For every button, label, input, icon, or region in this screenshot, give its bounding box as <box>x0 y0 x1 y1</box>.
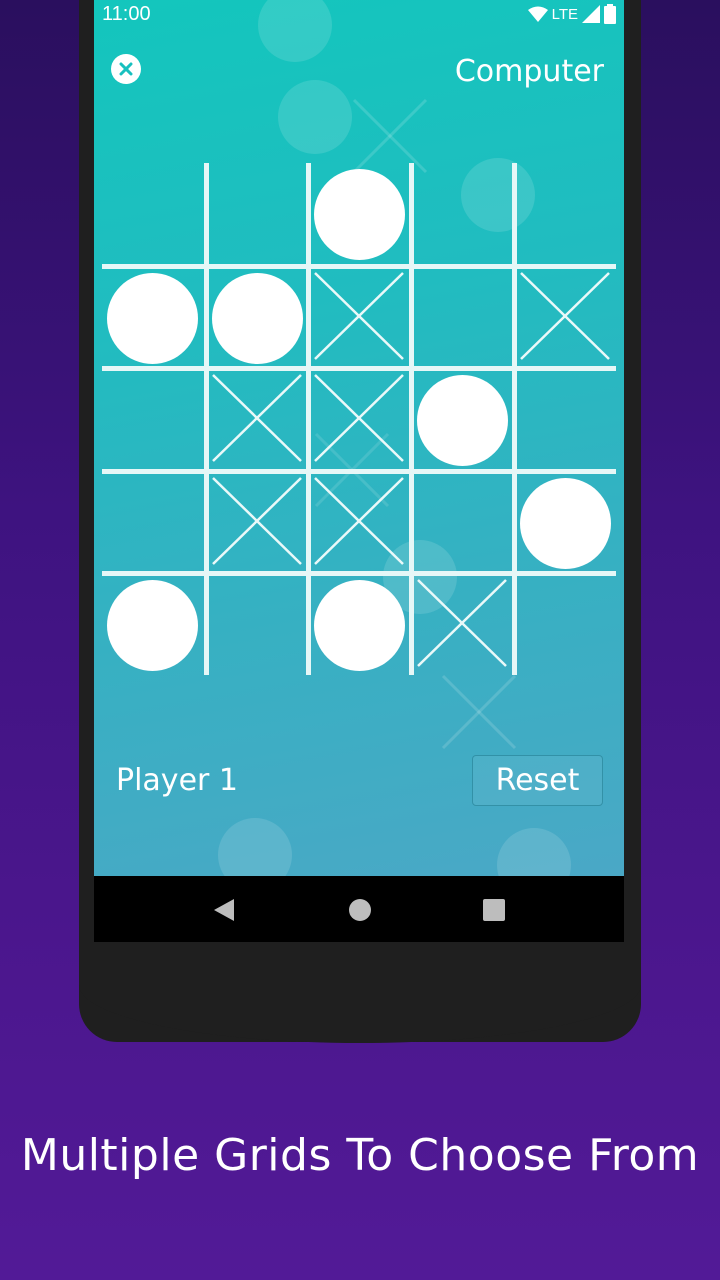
opponent-label: Computer <box>454 54 604 89</box>
board-cell[interactable] <box>102 472 204 574</box>
game-board <box>102 163 616 675</box>
o-mark-icon <box>107 580 198 671</box>
o-mark-icon <box>314 580 405 671</box>
board-cell[interactable] <box>412 163 514 265</box>
o-mark-icon <box>212 273 303 364</box>
board-cell[interactable] <box>207 163 309 265</box>
status-icons: LTE <box>527 4 616 24</box>
app-screen: 11:00 LTE Computer Player 1 Reset <box>94 0 624 876</box>
board-cell[interactable] <box>207 574 309 676</box>
board-cell[interactable] <box>207 369 309 471</box>
o-mark-icon <box>417 375 508 466</box>
home-icon[interactable] <box>348 898 372 922</box>
bg-x-mark <box>441 674 517 750</box>
board-cell[interactable] <box>309 267 411 369</box>
close-button[interactable] <box>111 54 141 84</box>
board-cell[interactable] <box>515 472 617 574</box>
board-cell[interactable] <box>515 267 617 369</box>
x-mark-icon <box>417 579 507 667</box>
board-cell[interactable] <box>412 267 514 369</box>
x-mark-icon <box>212 477 302 565</box>
bg-bubble <box>497 828 571 876</box>
o-mark-icon <box>314 169 405 260</box>
wifi-icon <box>527 6 548 22</box>
board-cell[interactable] <box>207 472 309 574</box>
x-mark-icon <box>520 272 610 360</box>
board-cell[interactable] <box>412 369 514 471</box>
x-mark-icon <box>212 374 302 462</box>
promo-caption: Multiple Grids To Choose From <box>20 1130 700 1181</box>
board-cell[interactable] <box>515 163 617 265</box>
board-cell[interactable] <box>515 574 617 676</box>
x-mark-icon <box>314 477 404 565</box>
board-cell[interactable] <box>102 267 204 369</box>
bg-bubble <box>218 818 292 876</box>
network-type: LTE <box>551 5 578 23</box>
x-mark-icon <box>314 374 404 462</box>
o-mark-icon <box>107 273 198 364</box>
board-cell[interactable] <box>102 369 204 471</box>
board-cell[interactable] <box>309 369 411 471</box>
bg-bubble <box>278 80 352 154</box>
battery-icon <box>604 4 616 24</box>
board-cell[interactable] <box>309 163 411 265</box>
status-bar: 11:00 LTE <box>94 0 624 28</box>
recents-icon[interactable] <box>482 898 506 922</box>
board-cell[interactable] <box>515 369 617 471</box>
current-player-label: Player 1 <box>116 763 238 798</box>
close-icon <box>119 62 133 76</box>
board-cell[interactable] <box>102 163 204 265</box>
reset-button[interactable]: Reset <box>472 755 603 806</box>
o-mark-icon <box>520 478 611 569</box>
board-cell[interactable] <box>102 574 204 676</box>
board-cell[interactable] <box>309 472 411 574</box>
board-cell[interactable] <box>412 472 514 574</box>
signal-icon <box>582 5 600 23</box>
board-cell[interactable] <box>412 574 514 676</box>
board-cell[interactable] <box>207 267 309 369</box>
android-nav-bar <box>94 876 624 942</box>
x-mark-icon <box>314 272 404 360</box>
back-icon[interactable] <box>212 898 236 922</box>
status-time: 11:00 <box>102 3 151 25</box>
board-cell[interactable] <box>309 574 411 676</box>
